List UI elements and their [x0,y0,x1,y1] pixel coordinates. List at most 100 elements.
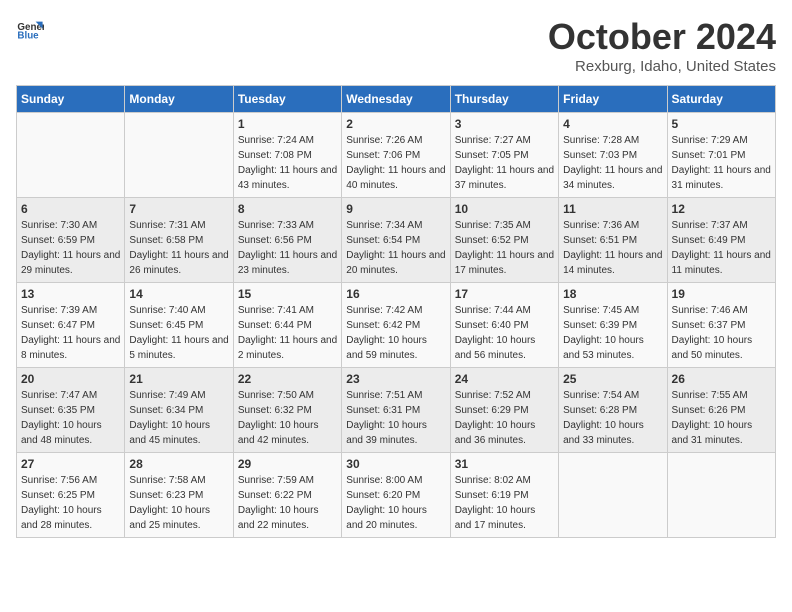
day-number: 6 [21,202,120,216]
calendar-header-row: Sunday Monday Tuesday Wednesday Thursday… [17,86,776,113]
header-wednesday: Wednesday [342,86,450,113]
table-row: 19 Sunrise: 7:46 AMSunset: 6:37 PMDayligh… [667,283,775,368]
header-tuesday: Tuesday [233,86,341,113]
day-number: 21 [129,372,228,386]
day-number: 3 [455,117,554,131]
day-number: 19 [672,287,771,301]
table-row: 15 Sunrise: 7:41 AMSunset: 6:44 PMDayligh… [233,283,341,368]
table-row: 7Sunrise: 7:31 AMSunset: 6:58 PMDaylight… [125,198,233,283]
header-monday: Monday [125,86,233,113]
location-subtitle: Rexburg, Idaho, United States [548,58,776,75]
table-row: 11 Sunrise: 7:36 AMSunset: 6:51 PMDayligh… [559,198,667,283]
day-info: Sunrise: 7:56 AMSunset: 6:25 PMDaylight:… [21,473,120,533]
day-number: 2 [346,117,445,131]
day-number: 5 [672,117,771,131]
day-info: Sunrise: 7:29 AMSunset: 7:01 PMDaylight:… [672,133,771,193]
table-row: 26 Sunrise: 7:55 AMSunset: 6:26 PMDayligh… [667,368,775,453]
calendar-week-3: 13 Sunrise: 7:39 AMSunset: 6:47 PMDayligh… [17,283,776,368]
day-number: 12 [672,202,771,216]
calendar-week-4: 20Sunrise: 7:47 AMSunset: 6:35 PMDayligh… [17,368,776,453]
table-row: 3Sunrise: 7:27 AMSunset: 7:05 PMDaylight… [450,113,558,198]
day-number: 17 [455,287,554,301]
page-header: General Blue October 2024 Rexburg, Idaho… [16,16,776,75]
day-number: 29 [238,457,337,471]
day-number: 26 [672,372,771,386]
day-info: Sunrise: 7:42 AMSunset: 6:42 PMDaylight:… [346,303,445,363]
day-number: 1 [238,117,337,131]
header-saturday: Saturday [667,86,775,113]
day-number: 27 [21,457,120,471]
day-number: 28 [129,457,228,471]
day-info: Sunrise: 7:37 AMSunset: 6:49 PMDaylight:… [672,218,771,278]
day-info: Sunrise: 8:02 AMSunset: 6:19 PMDaylight:… [455,473,554,533]
table-row: 25 Sunrise: 7:54 AMSunset: 6:28 PMDayligh… [559,368,667,453]
day-number: 13 [21,287,120,301]
table-row [667,453,775,538]
table-row: 20Sunrise: 7:47 AMSunset: 6:35 PMDayligh… [17,368,125,453]
table-row: 5 Sunrise: 7:29 AMSunset: 7:01 PMDaylight… [667,113,775,198]
table-row: 6 Sunrise: 7:30 AMSunset: 6:59 PMDaylight… [17,198,125,283]
day-number: 16 [346,287,445,301]
day-number: 20 [21,372,120,386]
day-info: Sunrise: 7:34 AMSunset: 6:54 PMDaylight:… [346,218,445,278]
table-row: 23 Sunrise: 7:51 AMSunset: 6:31 PMDayligh… [342,368,450,453]
header-sunday: Sunday [17,86,125,113]
day-info: Sunrise: 7:58 AMSunset: 6:23 PMDaylight:… [129,473,228,533]
day-info: Sunrise: 7:46 AMSunset: 6:37 PMDaylight:… [672,303,771,363]
day-number: 15 [238,287,337,301]
table-row: 2 Sunrise: 7:26 AMSunset: 7:06 PMDaylight… [342,113,450,198]
day-info: Sunrise: 7:54 AMSunset: 6:28 PMDaylight:… [563,388,662,448]
header-friday: Friday [559,86,667,113]
table-row: 27 Sunrise: 7:56 AMSunset: 6:25 PMDayligh… [17,453,125,538]
table-row: 17 Sunrise: 7:44 AMSunset: 6:40 PMDayligh… [450,283,558,368]
logo-icon: General Blue [16,16,44,44]
day-info: Sunrise: 7:30 AMSunset: 6:59 PMDaylight:… [21,218,120,278]
day-number: 22 [238,372,337,386]
table-row [17,113,125,198]
table-row: 24 Sunrise: 7:52 AMSunset: 6:29 PMDayligh… [450,368,558,453]
day-info: Sunrise: 7:41 AMSunset: 6:44 PMDaylight:… [238,303,337,363]
table-row: 9 Sunrise: 7:34 AMSunset: 6:54 PMDaylight… [342,198,450,283]
day-number: 8 [238,202,337,216]
day-number: 30 [346,457,445,471]
table-row [125,113,233,198]
day-number: 4 [563,117,662,131]
table-row: 31 Sunrise: 8:02 AMSunset: 6:19 PMDayligh… [450,453,558,538]
calendar-week-2: 6 Sunrise: 7:30 AMSunset: 6:59 PMDaylight… [17,198,776,283]
day-info: Sunrise: 7:28 AMSunset: 7:03 PMDaylight:… [563,133,662,193]
table-row: 8 Sunrise: 7:33 AMSunset: 6:56 PMDaylight… [233,198,341,283]
day-number: 24 [455,372,554,386]
day-info: Sunrise: 7:44 AMSunset: 6:40 PMDaylight:… [455,303,554,363]
day-info: Sunrise: 7:26 AMSunset: 7:06 PMDaylight:… [346,133,445,193]
day-number: 23 [346,372,445,386]
table-row: 21 Sunrise: 7:49 AMSunset: 6:34 PMDayligh… [125,368,233,453]
month-title: October 2024 [548,16,776,58]
day-info: Sunrise: 8:00 AMSunset: 6:20 PMDaylight:… [346,473,445,533]
day-info: Sunrise: 7:45 AMSunset: 6:39 PMDaylight:… [563,303,662,363]
logo: General Blue [16,16,44,44]
day-info: Sunrise: 7:36 AMSunset: 6:51 PMDaylight:… [563,218,662,278]
day-number: 9 [346,202,445,216]
day-info: Sunrise: 7:33 AMSunset: 6:56 PMDaylight:… [238,218,337,278]
day-number: 7 [129,202,228,216]
day-info: Sunrise: 7:35 AMSunset: 6:52 PMDaylight:… [455,218,554,278]
day-info: Sunrise: 7:59 AMSunset: 6:22 PMDaylight:… [238,473,337,533]
calendar-table: Sunday Monday Tuesday Wednesday Thursday… [16,85,776,538]
table-row: 4 Sunrise: 7:28 AMSunset: 7:03 PMDaylight… [559,113,667,198]
day-number: 31 [455,457,554,471]
day-info: Sunrise: 7:39 AMSunset: 6:47 PMDaylight:… [21,303,120,363]
title-block: October 2024 Rexburg, Idaho, United Stat… [548,16,776,75]
day-number: 11 [563,202,662,216]
table-row: 30 Sunrise: 8:00 AMSunset: 6:20 PMDayligh… [342,453,450,538]
day-number: 25 [563,372,662,386]
svg-text:Blue: Blue [17,30,39,41]
table-row: 29 Sunrise: 7:59 AMSunset: 6:22 PMDayligh… [233,453,341,538]
table-row: 16 Sunrise: 7:42 AMSunset: 6:42 PMDayligh… [342,283,450,368]
table-row: 18Sunrise: 7:45 AMSunset: 6:39 PMDayligh… [559,283,667,368]
day-info: Sunrise: 7:51 AMSunset: 6:31 PMDaylight:… [346,388,445,448]
day-info: Sunrise: 7:40 AMSunset: 6:45 PMDaylight:… [129,303,228,363]
day-info: Sunrise: 7:55 AMSunset: 6:26 PMDaylight:… [672,388,771,448]
day-info: Sunrise: 7:49 AMSunset: 6:34 PMDaylight:… [129,388,228,448]
day-info: Sunrise: 7:52 AMSunset: 6:29 PMDaylight:… [455,388,554,448]
day-number: 14 [129,287,228,301]
